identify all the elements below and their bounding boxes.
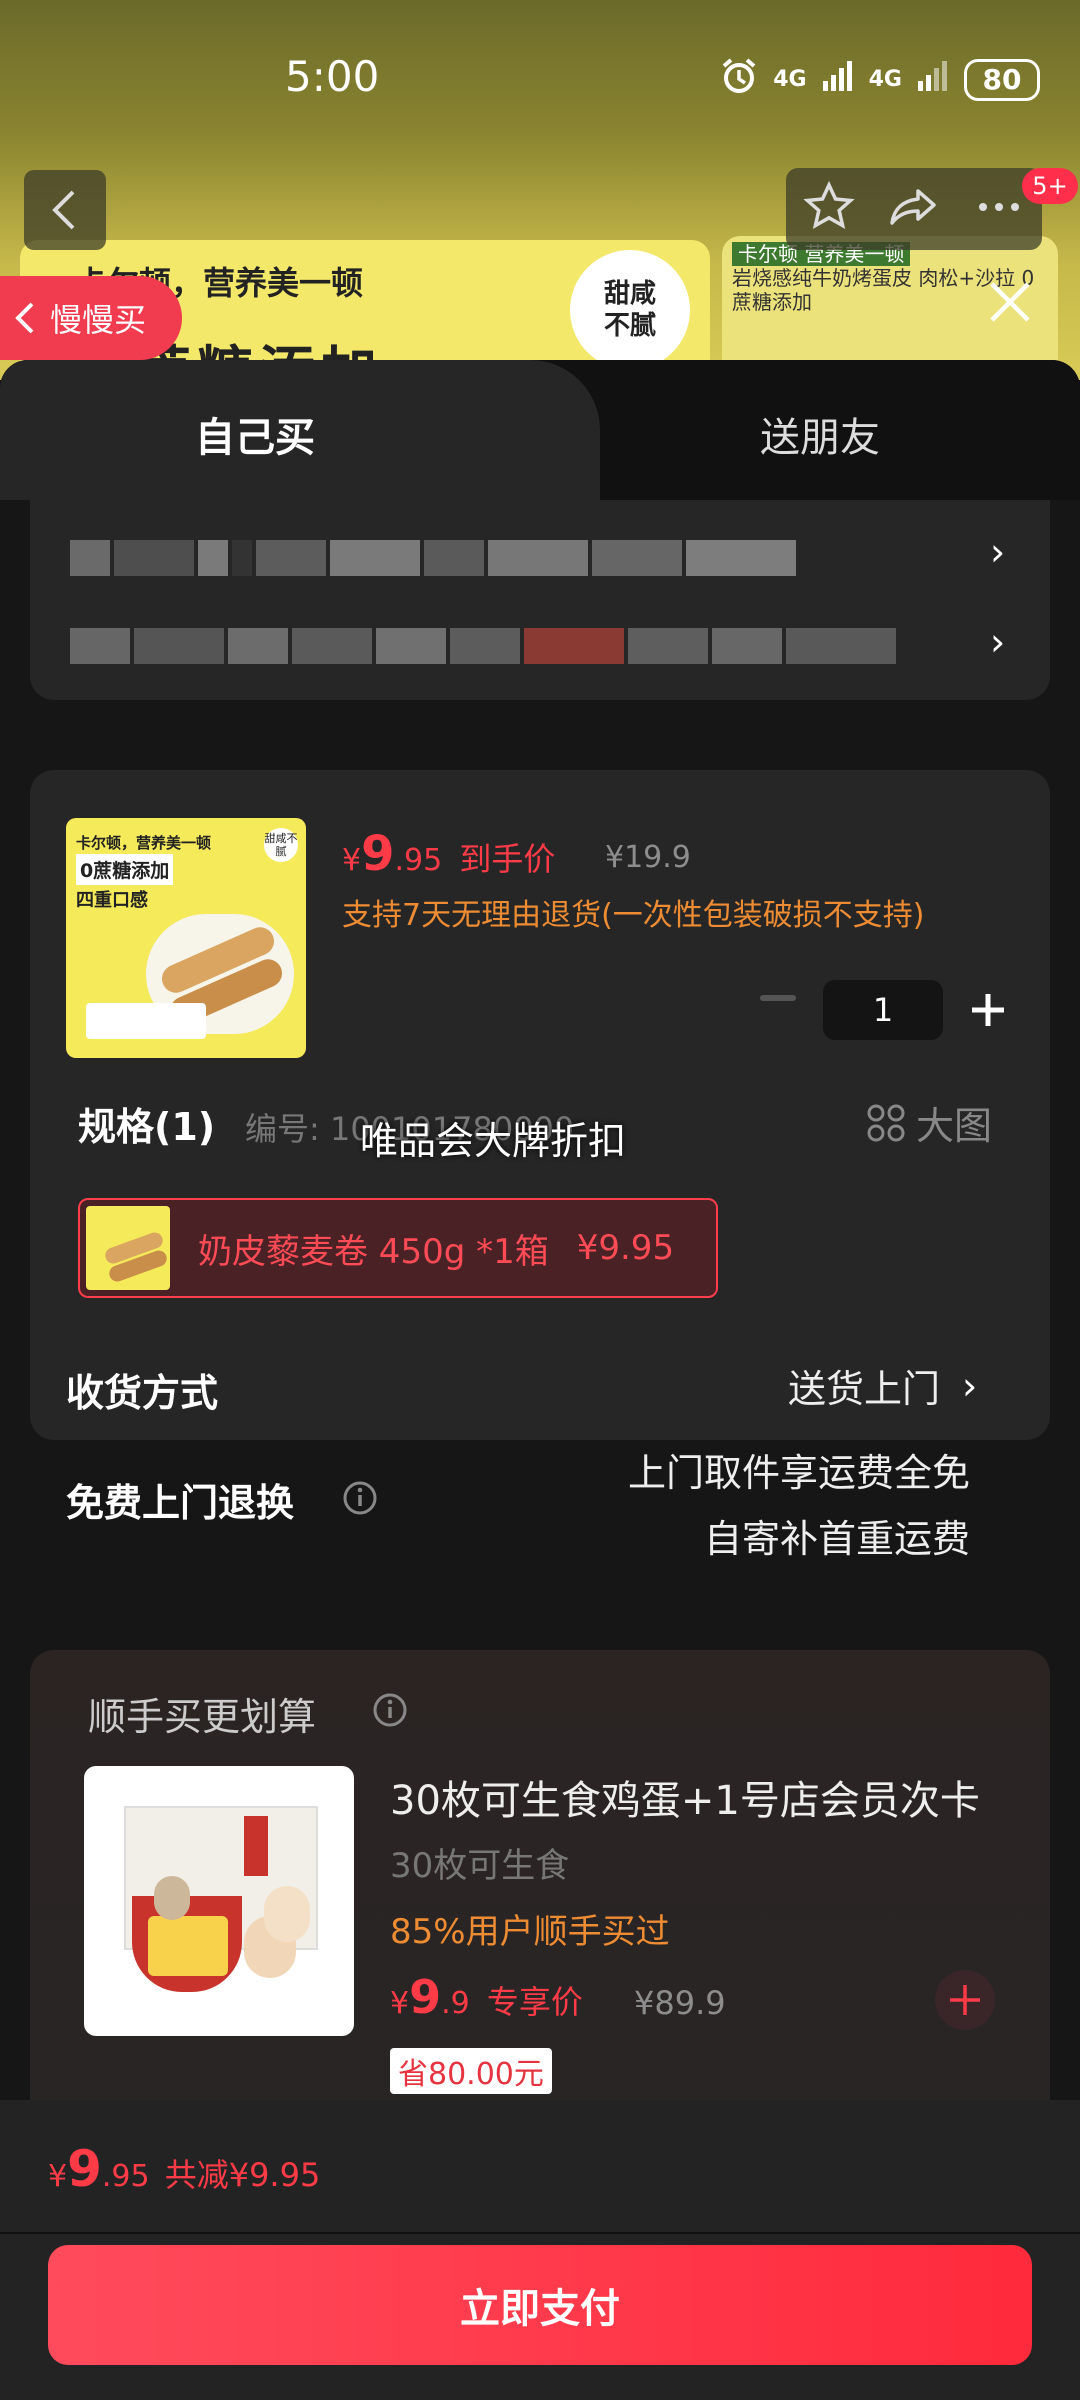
addon-price: ¥9.9 专享价 [390, 1970, 583, 2024]
more-button[interactable] [971, 179, 1027, 239]
product-price: ¥9.95 到手价 [342, 826, 556, 882]
divider [0, 2232, 1080, 2234]
manmanmai-back-pill[interactable]: 慢慢买 [0, 276, 182, 360]
addon-stat: 85%用户顺手买过 [390, 1912, 670, 1952]
info-button[interactable] [342, 1480, 378, 1520]
purchase-sheet: 自己买 送朋友 › › 卡尔顿，营养美一顿 0蔗糖添加 四重口感 甜咸不腻 ¥9… [0, 360, 1080, 2400]
signal-label-1: 4G [773, 67, 807, 92]
info-icon [373, 1693, 407, 1727]
address-line-2 [70, 628, 950, 668]
big-image-button[interactable]: 大图 [866, 1095, 992, 1150]
signal-icon-2 [916, 59, 950, 100]
status-time: 5:00 [285, 52, 380, 101]
free-return-desc: 上门取件享运费全免 自寄补首重运费 [627, 1451, 970, 1561]
addon-product-image[interactable] [84, 1766, 354, 2036]
address-card[interactable]: › › [30, 500, 1050, 700]
sku-label: 奶皮藜麦卷 450g *1箱 [198, 1231, 549, 1272]
tab-gift[interactable]: 送朋友 [760, 405, 880, 463]
total-price: ¥9.95 共减¥9.95 [48, 2140, 321, 2198]
addon-price-label: 专享价 [486, 1983, 583, 2021]
chevron-left-icon [15, 302, 34, 334]
original-price: ¥19.9 [605, 840, 691, 875]
signal-icon [821, 59, 855, 100]
chevron-right-icon: › [962, 1363, 978, 1408]
banner-seal: 甜咸不腻 [570, 250, 690, 370]
plus-icon [972, 994, 1004, 1026]
addon-info-button[interactable] [372, 1692, 408, 1732]
free-return-label: 免费上门退换 [66, 1481, 295, 1525]
sku-price: ¥9.95 [576, 1228, 675, 1268]
big-image-label: 大图 [916, 1104, 993, 1148]
alarm-icon [719, 56, 759, 103]
chevron-left-icon [52, 190, 75, 230]
tab-self-buy-label: 自己买 [195, 415, 315, 461]
close-button[interactable] [980, 272, 1040, 332]
product-thumbnail[interactable]: 卡尔顿，营养美一顿 0蔗糖添加 四重口感 甜咸不腻 [66, 818, 306, 1058]
share-icon [890, 189, 936, 225]
address-line-1 [70, 540, 910, 580]
return-policy: 支持7天无理由退货(一次性包装破损不支持) [342, 898, 925, 933]
notification-badge: 5+ [1022, 168, 1078, 204]
quantity-stepper[interactable]: 1 [823, 980, 943, 1040]
addon-add-button[interactable] [935, 1970, 995, 2030]
back-button[interactable] [24, 170, 106, 250]
close-icon [990, 282, 1030, 322]
more-dots-icon [979, 203, 1020, 211]
sku-option-selected[interactable]: 奶皮藜麦卷 450g *1箱 ¥9.95 [78, 1198, 718, 1298]
delivery-value: 送货上门 [788, 1367, 941, 1411]
info-icon [343, 1481, 377, 1515]
delivery-label: 收货方式 [66, 1371, 219, 1415]
toast-message: 唯品会大牌折扣 [360, 1119, 627, 1163]
plus-button[interactable] [970, 992, 1006, 1032]
addon-name: 30枚可生食鸡蛋+1号店会员次卡 [390, 1778, 980, 1824]
grid-icon [867, 1104, 905, 1141]
minus-icon[interactable] [760, 995, 796, 1001]
total-discount: 共减¥9.95 [164, 2156, 321, 2194]
battery-icon: 80 [964, 58, 1040, 101]
favorite-button[interactable] [801, 179, 857, 239]
address-chevron-right-icon: › [990, 530, 1006, 574]
phone-chevron-right-icon: › [990, 620, 1006, 664]
signal-label-2: 4G [868, 67, 902, 92]
addon-subtitle: 30枚可生食 [390, 1846, 570, 1886]
price-label: 到手价 [459, 840, 556, 878]
manmanmai-label: 慢慢买 [50, 301, 147, 339]
spec-title: 规格(1) [78, 1105, 216, 1149]
page-actions [786, 168, 1042, 250]
star-icon [802, 180, 855, 229]
plus-icon [950, 1985, 980, 2015]
addon-save-badge: 省80.00元 [390, 2048, 552, 2094]
status-bar: 5:00 4G 4G 80 [0, 0, 1080, 160]
purchase-tabs: 自己买 送朋友 [0, 360, 1080, 500]
product-card: 卡尔顿，营养美一顿 0蔗糖添加 四重口感 甜咸不腻 ¥9.95 到手价 ¥19.… [30, 770, 1050, 1440]
sku-thumbnail [86, 1206, 170, 1290]
pay-now-button[interactable]: 立即支付 [48, 2245, 1032, 2365]
share-button[interactable] [886, 179, 942, 239]
delivery-method-selector[interactable]: 送货上门 › [788, 1358, 977, 1413]
addon-original-price: ¥89.9 [634, 1984, 726, 2022]
addon-title: 顺手买更划算 [88, 1695, 317, 1739]
